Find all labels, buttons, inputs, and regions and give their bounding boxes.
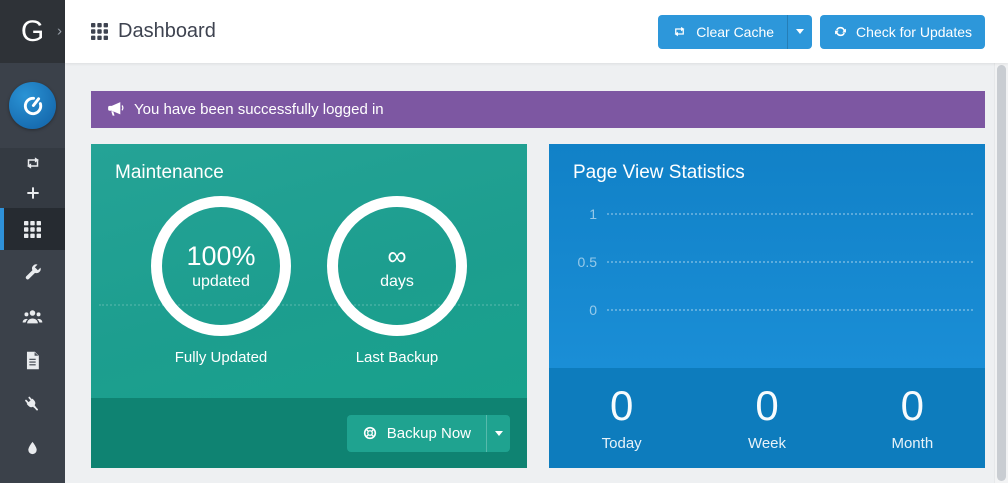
login-success-banner: You have been successfully logged in bbox=[91, 91, 985, 128]
page-title-group: Dashboard bbox=[91, 20, 216, 43]
logo-letter: G bbox=[21, 15, 44, 49]
sidebar-nav bbox=[0, 148, 65, 470]
banner-message: You have been successfully logged in bbox=[134, 101, 384, 118]
maintenance-card: Maintenance 100% updated Fully Updated bbox=[91, 144, 527, 468]
life-ring-icon bbox=[362, 425, 378, 441]
backup-value: ∞ bbox=[387, 241, 406, 272]
droplet-icon bbox=[25, 439, 40, 457]
caret-down-icon bbox=[495, 431, 503, 436]
check-for-updates-label: Check for Updates bbox=[856, 24, 972, 40]
ytick-label: 0 bbox=[549, 302, 607, 318]
clear-cache-dropdown-toggle[interactable] bbox=[787, 15, 812, 49]
file-text-icon bbox=[24, 351, 41, 370]
wrench-icon bbox=[24, 263, 42, 281]
texture-line bbox=[99, 304, 519, 306]
maintenance-title: Maintenance bbox=[115, 162, 503, 184]
plug-icon bbox=[23, 395, 42, 414]
app-root: G › bbox=[0, 0, 1008, 483]
ytick-label: 1 bbox=[549, 206, 607, 222]
logo[interactable]: G › bbox=[0, 0, 65, 63]
bullhorn-icon bbox=[106, 101, 124, 118]
stat-month-label: Month bbox=[891, 435, 933, 452]
stat-month: 0 Month bbox=[840, 368, 985, 468]
scrollbar-thumb[interactable] bbox=[997, 65, 1006, 481]
clear-cache-label: Clear Cache bbox=[696, 24, 774, 40]
sidebar-item-theme[interactable] bbox=[0, 426, 65, 470]
sidebar-item-pages[interactable] bbox=[0, 338, 65, 382]
stat-today-value: 0 bbox=[610, 385, 633, 427]
sidebar-toggle-chevron-icon[interactable]: › bbox=[57, 22, 62, 39]
power-button[interactable] bbox=[9, 82, 56, 129]
app-header: Dashboard Clear Cache bbox=[65, 0, 1008, 63]
refresh-icon bbox=[833, 24, 848, 39]
retweet-icon bbox=[671, 24, 688, 39]
updated-unit: updated bbox=[192, 273, 250, 291]
users-icon bbox=[22, 307, 43, 326]
stat-week-value: 0 bbox=[755, 385, 778, 427]
page-views-title: Page View Statistics bbox=[573, 162, 985, 184]
page-views-chart: 1 0.5 0 bbox=[549, 190, 985, 334]
dashboard-grid-icon bbox=[91, 23, 108, 40]
sidebar-nav-group bbox=[0, 148, 65, 250]
updated-value: 100% bbox=[186, 241, 255, 272]
grid-icon bbox=[24, 221, 41, 238]
plus-icon bbox=[25, 185, 41, 201]
sidebar-item-plugins[interactable] bbox=[0, 382, 65, 426]
gridline-row: 0 bbox=[549, 286, 985, 334]
retweet-icon bbox=[24, 154, 42, 172]
maintenance-footer: Backup Now bbox=[91, 398, 527, 468]
stat-today: 0 Today bbox=[549, 368, 694, 468]
backup-ring: ∞ days bbox=[327, 196, 467, 336]
stat-today-label: Today bbox=[602, 435, 642, 452]
dashboard-cards: Maintenance 100% updated Fully Updated bbox=[91, 144, 985, 468]
gridline bbox=[607, 309, 973, 311]
sidebar: G › bbox=[0, 0, 65, 483]
gridline bbox=[607, 213, 973, 215]
gridline-row: 0.5 bbox=[549, 238, 985, 286]
clear-cache-button[interactable]: Clear Cache bbox=[658, 15, 812, 49]
power-logo-wrap bbox=[0, 63, 65, 148]
backup-now-button[interactable]: Backup Now bbox=[347, 415, 510, 452]
backup-unit: days bbox=[380, 273, 414, 291]
maintenance-body: Maintenance 100% updated Fully Updated bbox=[91, 144, 527, 398]
page-views-body: Page View Statistics 1 0.5 0 bbox=[549, 144, 985, 368]
stat-week: 0 Week bbox=[694, 368, 839, 468]
fully-updated-stat: 100% updated Fully Updated bbox=[151, 196, 291, 366]
page-view-statistics-card: Page View Statistics 1 0.5 0 bbox=[549, 144, 985, 468]
maintenance-rings: 100% updated Fully Updated ∞ days bbox=[115, 196, 503, 366]
caret-down-icon bbox=[796, 29, 804, 34]
stat-week-label: Week bbox=[748, 435, 786, 452]
stat-month-value: 0 bbox=[901, 385, 924, 427]
content: You have been successfully logged in Mai… bbox=[65, 63, 1008, 468]
sidebar-item-dashboard[interactable] bbox=[0, 208, 65, 250]
sidebar-item-tools[interactable] bbox=[0, 250, 65, 294]
sidebar-item-users[interactable] bbox=[0, 294, 65, 338]
gridline bbox=[607, 261, 973, 263]
header-actions: Clear Cache Check for U bbox=[658, 15, 985, 49]
sidebar-item-add[interactable] bbox=[0, 178, 65, 208]
sidebar-item-sync[interactable] bbox=[0, 148, 65, 178]
backup-caption: Last Backup bbox=[356, 349, 439, 366]
ytick-label: 0.5 bbox=[549, 254, 607, 270]
main-area: Dashboard Clear Cache bbox=[65, 0, 1008, 483]
page-title: Dashboard bbox=[118, 20, 216, 43]
backup-dropdown-toggle[interactable] bbox=[486, 415, 510, 452]
page-views-summary: 0 Today 0 Week 0 Month bbox=[549, 368, 985, 468]
power-icon bbox=[20, 93, 46, 119]
backup-now-label: Backup Now bbox=[387, 425, 471, 442]
updated-caption: Fully Updated bbox=[175, 349, 268, 366]
last-backup-stat: ∞ days Last Backup bbox=[327, 196, 467, 366]
gridline-row: 1 bbox=[549, 190, 985, 238]
vertical-scrollbar bbox=[994, 63, 1008, 483]
check-for-updates-button[interactable]: Check for Updates bbox=[820, 15, 985, 49]
updated-ring: 100% updated bbox=[151, 196, 291, 336]
